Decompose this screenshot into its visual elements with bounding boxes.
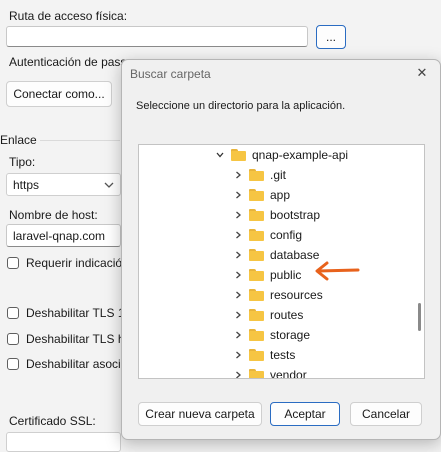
tree-item[interactable]: database xyxy=(233,245,319,265)
ssl-certificate-select[interactable] xyxy=(6,432,121,452)
host-name-input[interactable]: laravel-qnap.com xyxy=(6,224,121,247)
chevron-right-icon[interactable] xyxy=(233,310,243,320)
host-name-value: laravel-qnap.com xyxy=(13,229,106,243)
tree-item-label: config xyxy=(270,228,303,242)
chevron-right-icon[interactable] xyxy=(233,230,243,240)
cancel-button[interactable]: Cancelar xyxy=(350,402,422,426)
tree-item[interactable]: routes xyxy=(233,305,303,325)
tree-item-label: routes xyxy=(270,308,304,322)
folder-icon xyxy=(249,269,264,281)
tree-item[interactable]: storage xyxy=(233,325,310,345)
disable-tls13-label: Deshabilitar TLS 1. xyxy=(26,306,128,320)
folder-icon xyxy=(249,189,264,201)
require-sni-checkbox[interactable] xyxy=(7,257,19,269)
tree-item-label: tests xyxy=(270,348,296,362)
chevron-down-icon[interactable] xyxy=(215,150,225,160)
folder-icon xyxy=(249,369,264,378)
physical-path-label: Ruta de acceso física: xyxy=(9,9,128,23)
annotation-arrow-icon xyxy=(315,261,360,281)
tree-item-label: bootstrap xyxy=(270,208,321,222)
tree-item-label: app xyxy=(270,188,291,202)
chevron-right-icon[interactable] xyxy=(233,370,243,379)
disable-assoc-label: Deshabilitar asocia xyxy=(26,357,128,371)
binding-divider xyxy=(40,140,120,141)
host-name-label: Nombre de host: xyxy=(9,208,98,222)
folder-icon xyxy=(249,329,264,341)
binding-section-label: Enlace xyxy=(0,133,37,147)
folder-icon xyxy=(249,249,264,261)
tree-item[interactable]: .git xyxy=(233,165,286,185)
folder-icon xyxy=(249,289,264,301)
folder-icon xyxy=(249,309,264,321)
connect-as-button[interactable]: Conectar como... xyxy=(6,81,112,107)
tree-item[interactable]: vendor xyxy=(233,365,307,379)
disable-tls-he-label: Deshabilitar TLS he xyxy=(26,332,132,346)
folder-icon xyxy=(249,229,264,241)
folder-icon xyxy=(249,169,264,181)
type-label: Tipo: xyxy=(9,155,36,169)
new-folder-button[interactable]: Crear nueva carpeta xyxy=(138,402,262,426)
require-sni-label: Requerir indicació xyxy=(26,256,123,270)
folder-icon xyxy=(249,209,264,221)
chevron-right-icon[interactable] xyxy=(233,210,243,220)
tree-item[interactable]: resources xyxy=(233,285,323,305)
disable-tls-he-checkbox[interactable] xyxy=(7,333,19,345)
tree-scrollbar-thumb[interactable] xyxy=(418,303,421,331)
folder-icon xyxy=(249,349,264,361)
chevron-right-icon[interactable] xyxy=(233,170,243,180)
tree-item[interactable]: tests xyxy=(233,345,295,365)
tree-item[interactable]: config xyxy=(233,225,302,245)
folder-tree[interactable]: qnap-example-api .git app bootstrap config d… xyxy=(138,144,425,379)
disable-assoc-checkbox[interactable] xyxy=(7,358,19,370)
accept-button[interactable]: Aceptar xyxy=(270,402,340,426)
browse-button[interactable]: ... xyxy=(316,25,346,49)
chevron-right-icon[interactable] xyxy=(233,250,243,260)
physical-path-input[interactable] xyxy=(6,26,308,47)
tree-item[interactable]: app xyxy=(233,185,290,205)
type-select[interactable]: https xyxy=(6,173,121,196)
close-icon[interactable]: ✕ xyxy=(412,64,432,82)
chevron-down-icon xyxy=(104,182,114,188)
ssl-certificate-label: Certificado SSL: xyxy=(9,414,96,428)
tree-item-label: public xyxy=(270,268,302,282)
tree-item-label: resources xyxy=(270,288,323,302)
chevron-right-icon[interactable] xyxy=(233,190,243,200)
tree-root-label: qnap-example-api xyxy=(252,148,349,162)
folder-icon xyxy=(231,149,246,161)
chevron-right-icon[interactable] xyxy=(233,350,243,360)
pass-auth-label: Autenticación de pass xyxy=(9,55,127,69)
chevron-right-icon[interactable] xyxy=(233,330,243,340)
tree-item-label: storage xyxy=(270,328,311,342)
tree-item-label: vendor xyxy=(270,368,307,379)
tree-root-item[interactable]: qnap-example-api xyxy=(215,145,348,165)
dialog-title: Buscar carpeta xyxy=(130,67,211,81)
chevron-right-icon[interactable] xyxy=(233,270,243,280)
type-select-value: https xyxy=(13,178,40,192)
browse-folder-dialog: Buscar carpeta ✕ Seleccione un directori… xyxy=(121,59,441,440)
tree-item-label: .git xyxy=(270,168,287,182)
tree-item[interactable]: bootstrap xyxy=(233,205,320,225)
disable-tls13-checkbox[interactable] xyxy=(7,307,19,319)
chevron-right-icon[interactable] xyxy=(233,290,243,300)
tree-item[interactable]: public xyxy=(233,265,301,285)
dialog-instruction: Seleccione un directorio para la aplicac… xyxy=(136,100,346,112)
